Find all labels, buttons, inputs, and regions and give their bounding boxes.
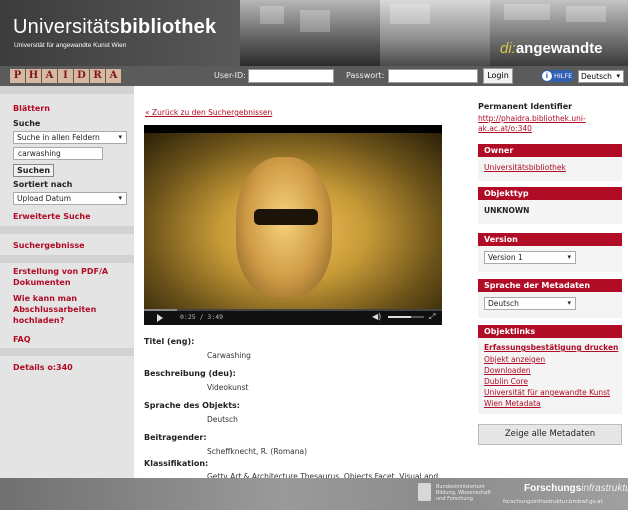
metadata-language-select[interactable]: Deutsch ▾ [484, 297, 576, 310]
banner-photo [380, 0, 490, 66]
chevron-down-icon: ▾ [567, 253, 571, 261]
video-frame [144, 133, 442, 313]
help-label: HILFE [554, 72, 573, 80]
sidebar-divider [0, 86, 134, 94]
userid-input[interactable] [248, 69, 334, 83]
search-button[interactable]: Suchen [13, 164, 55, 177]
video-time: 0:25 / 3:49 [180, 313, 224, 321]
field-label: Sprache des Objekts: [144, 401, 240, 410]
video-controls: 0:25 / 3:49 ◀) ⤢ [144, 309, 442, 325]
university-metadata-link-cont[interactable]: Wien Metadata [484, 399, 541, 408]
chevron-down-icon: ▾ [616, 72, 620, 80]
field-value: Carwashing [207, 351, 251, 360]
library-title: Universitätsbibliothek [13, 16, 217, 38]
ministry-label: Bundesministerium Bildung, Wissenschaft … [436, 484, 491, 502]
version-select[interactable]: Version 1 ▾ [484, 251, 576, 264]
owner-link[interactable]: Universitätsbibliothek [484, 163, 566, 172]
chevron-down-icon: ▾ [118, 194, 122, 202]
login-bar: P H A I D R A User-ID: Passwort: Login i… [0, 66, 628, 86]
sidebar-item-results[interactable]: Suchergebnisse [13, 240, 85, 251]
download-link[interactable]: Downloaden [484, 366, 531, 375]
help-button[interactable]: i HILFE [541, 70, 574, 82]
metadata-language-header: Sprache der Metadaten [478, 279, 622, 292]
search-label: Suche [13, 119, 41, 128]
field-label: Klassifikation: [144, 459, 209, 468]
sidebar-item-thesis-upload[interactable]: Wie kann man Abschlussarbeiten hochladen… [13, 293, 123, 326]
field-label: Titel (eng): [144, 337, 195, 346]
chevron-down-icon: ▾ [118, 133, 122, 141]
search-scope-select[interactable]: Suche in allen Feldern ▾ [13, 131, 127, 144]
forschungsinfrastruktur-url[interactable]: forschungsinfrastruktur.bmbwf.gv.at [503, 499, 603, 505]
university-metadata-link[interactable]: Universität für angewandte Kunst [484, 388, 610, 397]
field-value: Deutsch [207, 415, 238, 424]
login-button[interactable]: Login [483, 68, 513, 84]
sidebar-divider [0, 255, 134, 263]
sidebar-item-details[interactable]: Details o:340 [13, 362, 73, 373]
info-icon: i [542, 71, 552, 81]
password-input[interactable] [388, 69, 478, 83]
permanent-identifier-label: Permanent Identifier [478, 102, 573, 111]
object-type-value: UNKNOWN [484, 206, 530, 215]
fullscreen-icon[interactable]: ⤢ [429, 312, 435, 322]
field-label: Beschreibung (deu): [144, 369, 236, 378]
field-label: Beitragender: [144, 433, 207, 442]
banner-photo [240, 0, 380, 66]
userid-label: User-ID: [214, 71, 246, 80]
owner-header: Owner [478, 144, 622, 157]
sidebar-item-advanced-search[interactable]: Erweiterte Suche [13, 211, 91, 222]
sidebar-item-pdf[interactable]: Erstellung von PDF/A Dokumenten [13, 266, 123, 288]
field-value: Scheffknecht, R. (Romana) [207, 447, 307, 456]
sidebar-item-browse[interactable]: Blättern [13, 103, 50, 114]
show-all-metadata-button[interactable]: Zeige alle Metadaten [478, 424, 622, 445]
search-input[interactable]: carwashing [13, 147, 103, 160]
object-links-header: Objektlinks [478, 325, 622, 338]
phaidra-logo[interactable]: P H A I D R A [10, 69, 122, 83]
sort-select[interactable]: Upload Datum ▾ [13, 192, 127, 205]
sidebar: Blättern Suche Suche in allen Feldern ▾ … [0, 86, 134, 478]
password-label: Passwort: [346, 71, 385, 80]
object-type-header: Objekttyp [478, 187, 622, 200]
volume-slider[interactable] [388, 316, 424, 318]
sidebar-divider [0, 226, 134, 234]
austrian-crest-icon [418, 483, 431, 501]
university-subtitle: Universität für angewandte Kunst Wien [14, 42, 127, 49]
sidebar-item-faq[interactable]: FAQ [13, 334, 31, 345]
field-value: Videokunst [207, 383, 249, 392]
language-select[interactable]: Deutsch ▾ [578, 70, 624, 83]
header-banner: Universitätsbibliothek Universität für a… [0, 0, 628, 66]
chevron-down-icon: ▾ [567, 299, 571, 307]
permanent-identifier-link[interactable]: http://phaidra.bibliothek.uni-ak.ac.at/o… [478, 114, 618, 134]
footer-banner: Bundesministerium Bildung, Wissenschaft … [0, 478, 628, 510]
video-progress-bar[interactable] [144, 309, 442, 311]
volume-icon[interactable]: ◀) [372, 312, 382, 321]
dublin-core-link[interactable]: Dublin Core [484, 377, 528, 386]
view-object-link[interactable]: Objekt anzeigen [484, 355, 545, 364]
sort-label: Sortiert nach [13, 180, 73, 189]
angewandte-logo[interactable]: di:angewandte [500, 40, 603, 57]
back-to-results-link[interactable]: « Zurück zu den Suchergebnissen [145, 108, 272, 117]
forschungsinfrastruktur-logo[interactable]: Forschungsinfrastruktur [524, 483, 628, 494]
sidebar-divider [0, 348, 134, 356]
version-header: Version [478, 233, 622, 246]
play-icon[interactable] [157, 314, 163, 322]
print-confirmation-link[interactable]: Erfassungsbestätigung drucken [484, 343, 618, 352]
video-player[interactable]: 0:25 / 3:49 ◀) ⤢ [144, 125, 442, 325]
